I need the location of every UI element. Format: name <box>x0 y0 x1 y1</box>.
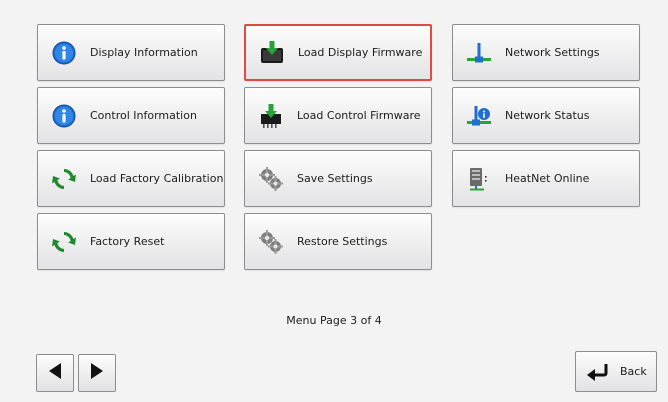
factory-reset-label: Factory Reset <box>90 235 165 248</box>
info-icon <box>50 102 78 130</box>
heatnet-online-button[interactable]: HeatNet Online <box>452 150 640 207</box>
load-display-firmware-button[interactable]: Load Display Firmware <box>244 24 432 81</box>
triangle-left-icon <box>47 362 63 384</box>
network-status-icon <box>465 102 493 130</box>
gears-icon <box>257 228 285 256</box>
factory-reset-button[interactable]: Factory Reset <box>37 213 225 270</box>
load-control-firmware-button[interactable]: Load Control Firmware <box>244 87 432 144</box>
control-information-button[interactable]: Control Information <box>37 87 225 144</box>
back-button[interactable]: Back <box>575 351 657 392</box>
back-label: Back <box>620 365 647 378</box>
info-icon <box>50 39 78 67</box>
heatnet-online-label: HeatNet Online <box>505 172 590 185</box>
refresh-icon <box>50 165 78 193</box>
save-settings-button[interactable]: Save Settings <box>244 150 432 207</box>
display-information-label: Display Information <box>90 46 198 59</box>
network-status-button[interactable]: Network Status <box>452 87 640 144</box>
load-factory-calibration-button[interactable]: Load Factory Calibration <box>37 150 225 207</box>
restore-settings-button[interactable]: Restore Settings <box>244 213 432 270</box>
save-settings-label: Save Settings <box>297 172 373 185</box>
server-icon <box>465 165 493 193</box>
download-display-icon <box>258 39 286 67</box>
settings-menu-screen: Display Information Control Information … <box>0 0 668 402</box>
restore-settings-label: Restore Settings <box>297 235 388 248</box>
load-factory-calibration-label: Load Factory Calibration <box>90 172 224 185</box>
load-control-firmware-label: Load Control Firmware <box>297 109 421 122</box>
return-arrow-icon <box>586 362 610 382</box>
control-information-label: Control Information <box>90 109 197 122</box>
triangle-right-icon <box>89 362 105 384</box>
network-status-label: Network Status <box>505 109 590 122</box>
page-indicator: Menu Page 3 of 4 <box>286 314 382 327</box>
display-information-button[interactable]: Display Information <box>37 24 225 81</box>
load-display-firmware-label: Load Display Firmware <box>298 46 423 59</box>
gears-icon <box>257 165 285 193</box>
network-icon <box>465 39 493 67</box>
network-settings-button[interactable]: Network Settings <box>452 24 640 81</box>
next-page-button[interactable] <box>78 354 116 392</box>
download-chip-icon <box>257 102 285 130</box>
refresh-icon <box>50 228 78 256</box>
previous-page-button[interactable] <box>36 354 74 392</box>
network-settings-label: Network Settings <box>505 46 600 59</box>
